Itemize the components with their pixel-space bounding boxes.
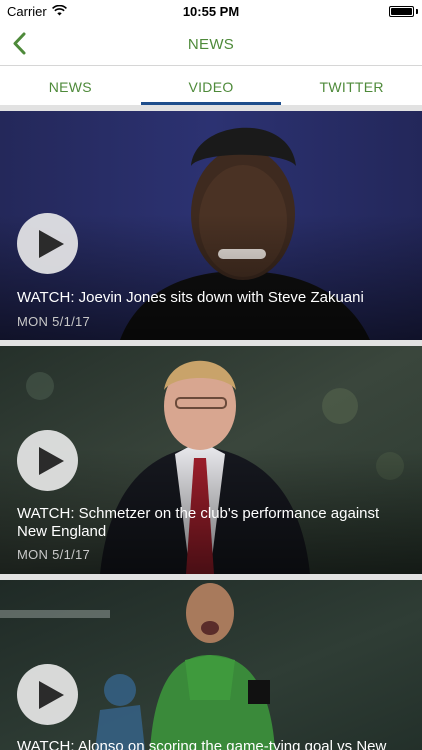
status-bar: Carrier 10:55 PM: [0, 0, 422, 22]
play-button[interactable]: [17, 213, 78, 274]
tab-news[interactable]: NEWS: [0, 67, 141, 105]
tab-twitter[interactable]: TWITTER: [281, 67, 422, 105]
tab-bar: NEWS VIDEO TWITTER: [0, 67, 422, 105]
play-button[interactable]: [17, 664, 78, 725]
clock: 10:55 PM: [182, 4, 240, 19]
navigation-bar: NEWS: [0, 22, 422, 66]
play-button[interactable]: [17, 430, 78, 491]
video-title: WATCH: Schmetzer on the club's performan…: [17, 505, 380, 540]
video-card[interactable]: WATCH: Schmetzer on the club's performan…: [0, 346, 422, 574]
video-date: MON 5/1/17: [17, 547, 91, 562]
battery-icon: [389, 6, 414, 17]
page-title: NEWS: [187, 36, 235, 53]
video-date: MON 5/1/17: [17, 314, 91, 329]
video-card[interactable]: WATCH: Joevin Jones sits down with Steve…: [0, 111, 422, 340]
video-card[interactable]: WATCH: Alonso on scoring the game-tying …: [0, 580, 422, 750]
video-title: WATCH: Alonso on scoring the game-tying …: [17, 738, 387, 750]
play-icon: [39, 230, 64, 258]
video-title: WATCH: Joevin Jones sits down with Steve…: [17, 289, 364, 306]
tab-video[interactable]: VIDEO: [140, 67, 282, 105]
battery-tip: [416, 9, 418, 14]
video-thumbnail: [0, 580, 422, 750]
play-icon: [39, 681, 64, 709]
play-icon: [39, 447, 64, 475]
